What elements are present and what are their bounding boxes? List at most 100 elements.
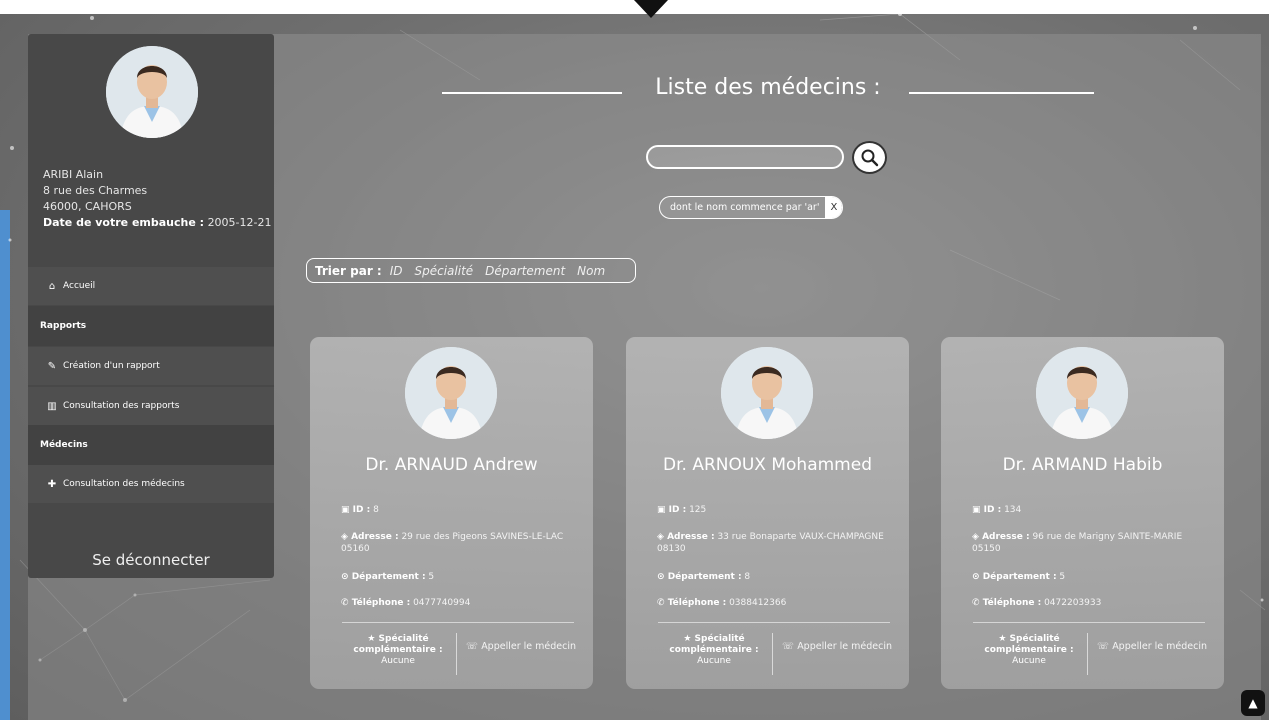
department-label: Département : bbox=[667, 572, 742, 582]
card-divider bbox=[658, 622, 890, 623]
nav-item-view-doctors-label: Consultation des médecins bbox=[63, 479, 185, 489]
search-button[interactable] bbox=[852, 141, 887, 174]
sort-label: Trier par : bbox=[315, 263, 382, 278]
nav-item-home[interactable]: ⌂ Accueil bbox=[28, 267, 274, 305]
phone-label: Téléphone : bbox=[982, 598, 1042, 608]
doctor-photo-icon bbox=[1036, 347, 1128, 439]
doctor-phone-row: ✆ Téléphone : 0472203933 bbox=[972, 597, 1212, 609]
doctor-avatar bbox=[405, 347, 497, 439]
address-label: Adresse : bbox=[982, 532, 1030, 542]
user-name: ARIBI Alain bbox=[43, 168, 104, 181]
department-label: Département : bbox=[351, 572, 426, 582]
location-pin-icon: ⊙ bbox=[972, 572, 983, 582]
sort-option-specialty[interactable]: Spécialité bbox=[415, 264, 474, 278]
arrow-up-icon: ▲ bbox=[1248, 696, 1258, 710]
id-label: ID : bbox=[352, 505, 371, 515]
sort-option-department[interactable]: Département bbox=[485, 264, 565, 278]
doctor-name: Dr. ARNAUD Andrew bbox=[365, 455, 538, 475]
phone-call-icon: ☏ bbox=[466, 641, 482, 652]
hire-date-row: Date de votre embauche : 2005-12-21 bbox=[43, 215, 272, 231]
map-marker-icon: ◈ bbox=[341, 532, 352, 542]
doctor-id-row: ▣ ID : 125 bbox=[657, 504, 897, 516]
plus-icon: ✚ bbox=[47, 478, 57, 490]
star-icon: ★ bbox=[683, 634, 695, 644]
call-doctor-button[interactable]: ☏ Appeller le médecin bbox=[466, 641, 576, 653]
nav-item-create-report-label: Création d'un rapport bbox=[63, 361, 160, 371]
call-doctor-button[interactable]: ☏ Appeller le médecin bbox=[782, 641, 892, 653]
card-separator bbox=[1087, 633, 1088, 675]
phone-icon: ✆ bbox=[341, 598, 352, 608]
user-address-line2: 46000, CAHORS bbox=[43, 200, 132, 213]
nav-item-view-doctors[interactable]: ✚ Consultation des médecins bbox=[28, 465, 274, 503]
id-card-icon: ▣ bbox=[972, 505, 984, 515]
phone-icon: ✆ bbox=[657, 598, 668, 608]
nav-section-doctors: Médecins bbox=[28, 425, 274, 465]
nav-item-view-reports[interactable]: ▥ Consultation des rapports bbox=[28, 387, 274, 425]
card-separator bbox=[456, 633, 457, 675]
doctor-photo-icon bbox=[405, 347, 497, 439]
specialty-block: ★ Spécialité complémentaire : Aucune bbox=[971, 634, 1087, 667]
doctor-id: 8 bbox=[373, 505, 379, 515]
call-doctor-button[interactable]: ☏ Appeller le médecin bbox=[1097, 641, 1207, 653]
search-icon bbox=[861, 149, 878, 166]
search-input[interactable] bbox=[646, 145, 844, 169]
doctor-department-row: ⊙ Département : 8 bbox=[657, 571, 897, 583]
card-divider bbox=[342, 622, 574, 623]
location-pin-icon: ⊙ bbox=[657, 572, 668, 582]
sort-bar: Trier par : ID Spécialité Département No… bbox=[306, 258, 636, 283]
phone-call-icon: ☏ bbox=[1097, 641, 1113, 652]
doctor-avatar bbox=[721, 347, 813, 439]
id-card-icon: ▣ bbox=[657, 505, 669, 515]
specialty-block: ★ Spécialité complémentaire : Aucune bbox=[656, 634, 772, 667]
doctor-id-row: ▣ ID : 8 bbox=[341, 504, 581, 516]
address-label: Adresse : bbox=[667, 532, 715, 542]
report-icon: ✎ bbox=[47, 360, 57, 372]
star-icon: ★ bbox=[998, 634, 1010, 644]
home-icon: ⌂ bbox=[48, 280, 56, 292]
address-label: Adresse : bbox=[351, 532, 399, 542]
doctor-phone-row: ✆ Téléphone : 0477740994 bbox=[341, 597, 581, 609]
doctor-name: Dr. ARMAND Habib bbox=[1002, 455, 1163, 475]
sort-option-id[interactable]: ID bbox=[390, 264, 403, 278]
nav-item-view-reports-label: Consultation des rapports bbox=[63, 401, 180, 411]
doctor-department-row: ⊙ Département : 5 bbox=[341, 571, 581, 583]
user-address-line1: 8 rue des Charmes bbox=[43, 184, 148, 197]
id-card-icon: ▣ bbox=[341, 505, 353, 515]
card-divider bbox=[973, 622, 1205, 623]
nav-section-reports: Rapports bbox=[28, 306, 274, 346]
location-pin-icon: ⊙ bbox=[341, 572, 352, 582]
phone-call-icon: ☏ bbox=[782, 641, 798, 652]
department-label: Département : bbox=[982, 572, 1057, 582]
title-line-right bbox=[909, 92, 1094, 94]
book-icon: ▥ bbox=[47, 400, 57, 412]
doctor-card: Dr. ARMAND Habib ▣ ID : 134 ◈ Adresse : … bbox=[941, 337, 1224, 689]
doctor-specialty: Aucune bbox=[381, 656, 415, 666]
doctor-phone-row: ✆ Téléphone : 0388412366 bbox=[657, 597, 897, 609]
specialty-block: ★ Spécialité complémentaire : Aucune bbox=[340, 634, 456, 667]
id-label: ID : bbox=[668, 505, 687, 515]
nav-item-create-report[interactable]: ✎ Création d'un rapport bbox=[28, 347, 274, 385]
card-separator bbox=[772, 633, 773, 675]
active-filter-chip: dont le nom commence par 'ar' X bbox=[659, 196, 844, 219]
doctor-specialty: Aucune bbox=[697, 656, 731, 666]
filter-text: dont le nom commence par 'ar' bbox=[670, 202, 820, 213]
doctor-id: 134 bbox=[1004, 505, 1022, 515]
logout-button[interactable]: Se déconnecter bbox=[28, 542, 274, 578]
doctor-photo-icon bbox=[721, 347, 813, 439]
call-label: Appeller le médecin bbox=[481, 641, 577, 652]
doctor-address-row: ◈ Adresse : 96 rue de Marigny SAINTE-MAR… bbox=[972, 531, 1212, 555]
doctor-avatar bbox=[1036, 347, 1128, 439]
doctor-phone: 0472203933 bbox=[1044, 598, 1102, 608]
hire-date-value: 2005-12-21 bbox=[207, 216, 272, 229]
doctor-specialty: Aucune bbox=[1012, 656, 1046, 666]
doctor-phone: 0388412366 bbox=[729, 598, 787, 608]
scroll-to-top-button[interactable]: ▲ bbox=[1241, 690, 1265, 716]
phone-label: Téléphone : bbox=[667, 598, 727, 608]
star-icon: ★ bbox=[367, 634, 379, 644]
doctor-department-row: ⊙ Département : 5 bbox=[972, 571, 1212, 583]
nav-item-home-label: Accueil bbox=[63, 281, 96, 291]
call-label: Appeller le médecin bbox=[1112, 641, 1208, 652]
sort-option-name[interactable]: Nom bbox=[577, 264, 605, 278]
call-label: Appeller le médecin bbox=[797, 641, 893, 652]
page-title-wrap: Liste des médecins : bbox=[442, 75, 1094, 105]
